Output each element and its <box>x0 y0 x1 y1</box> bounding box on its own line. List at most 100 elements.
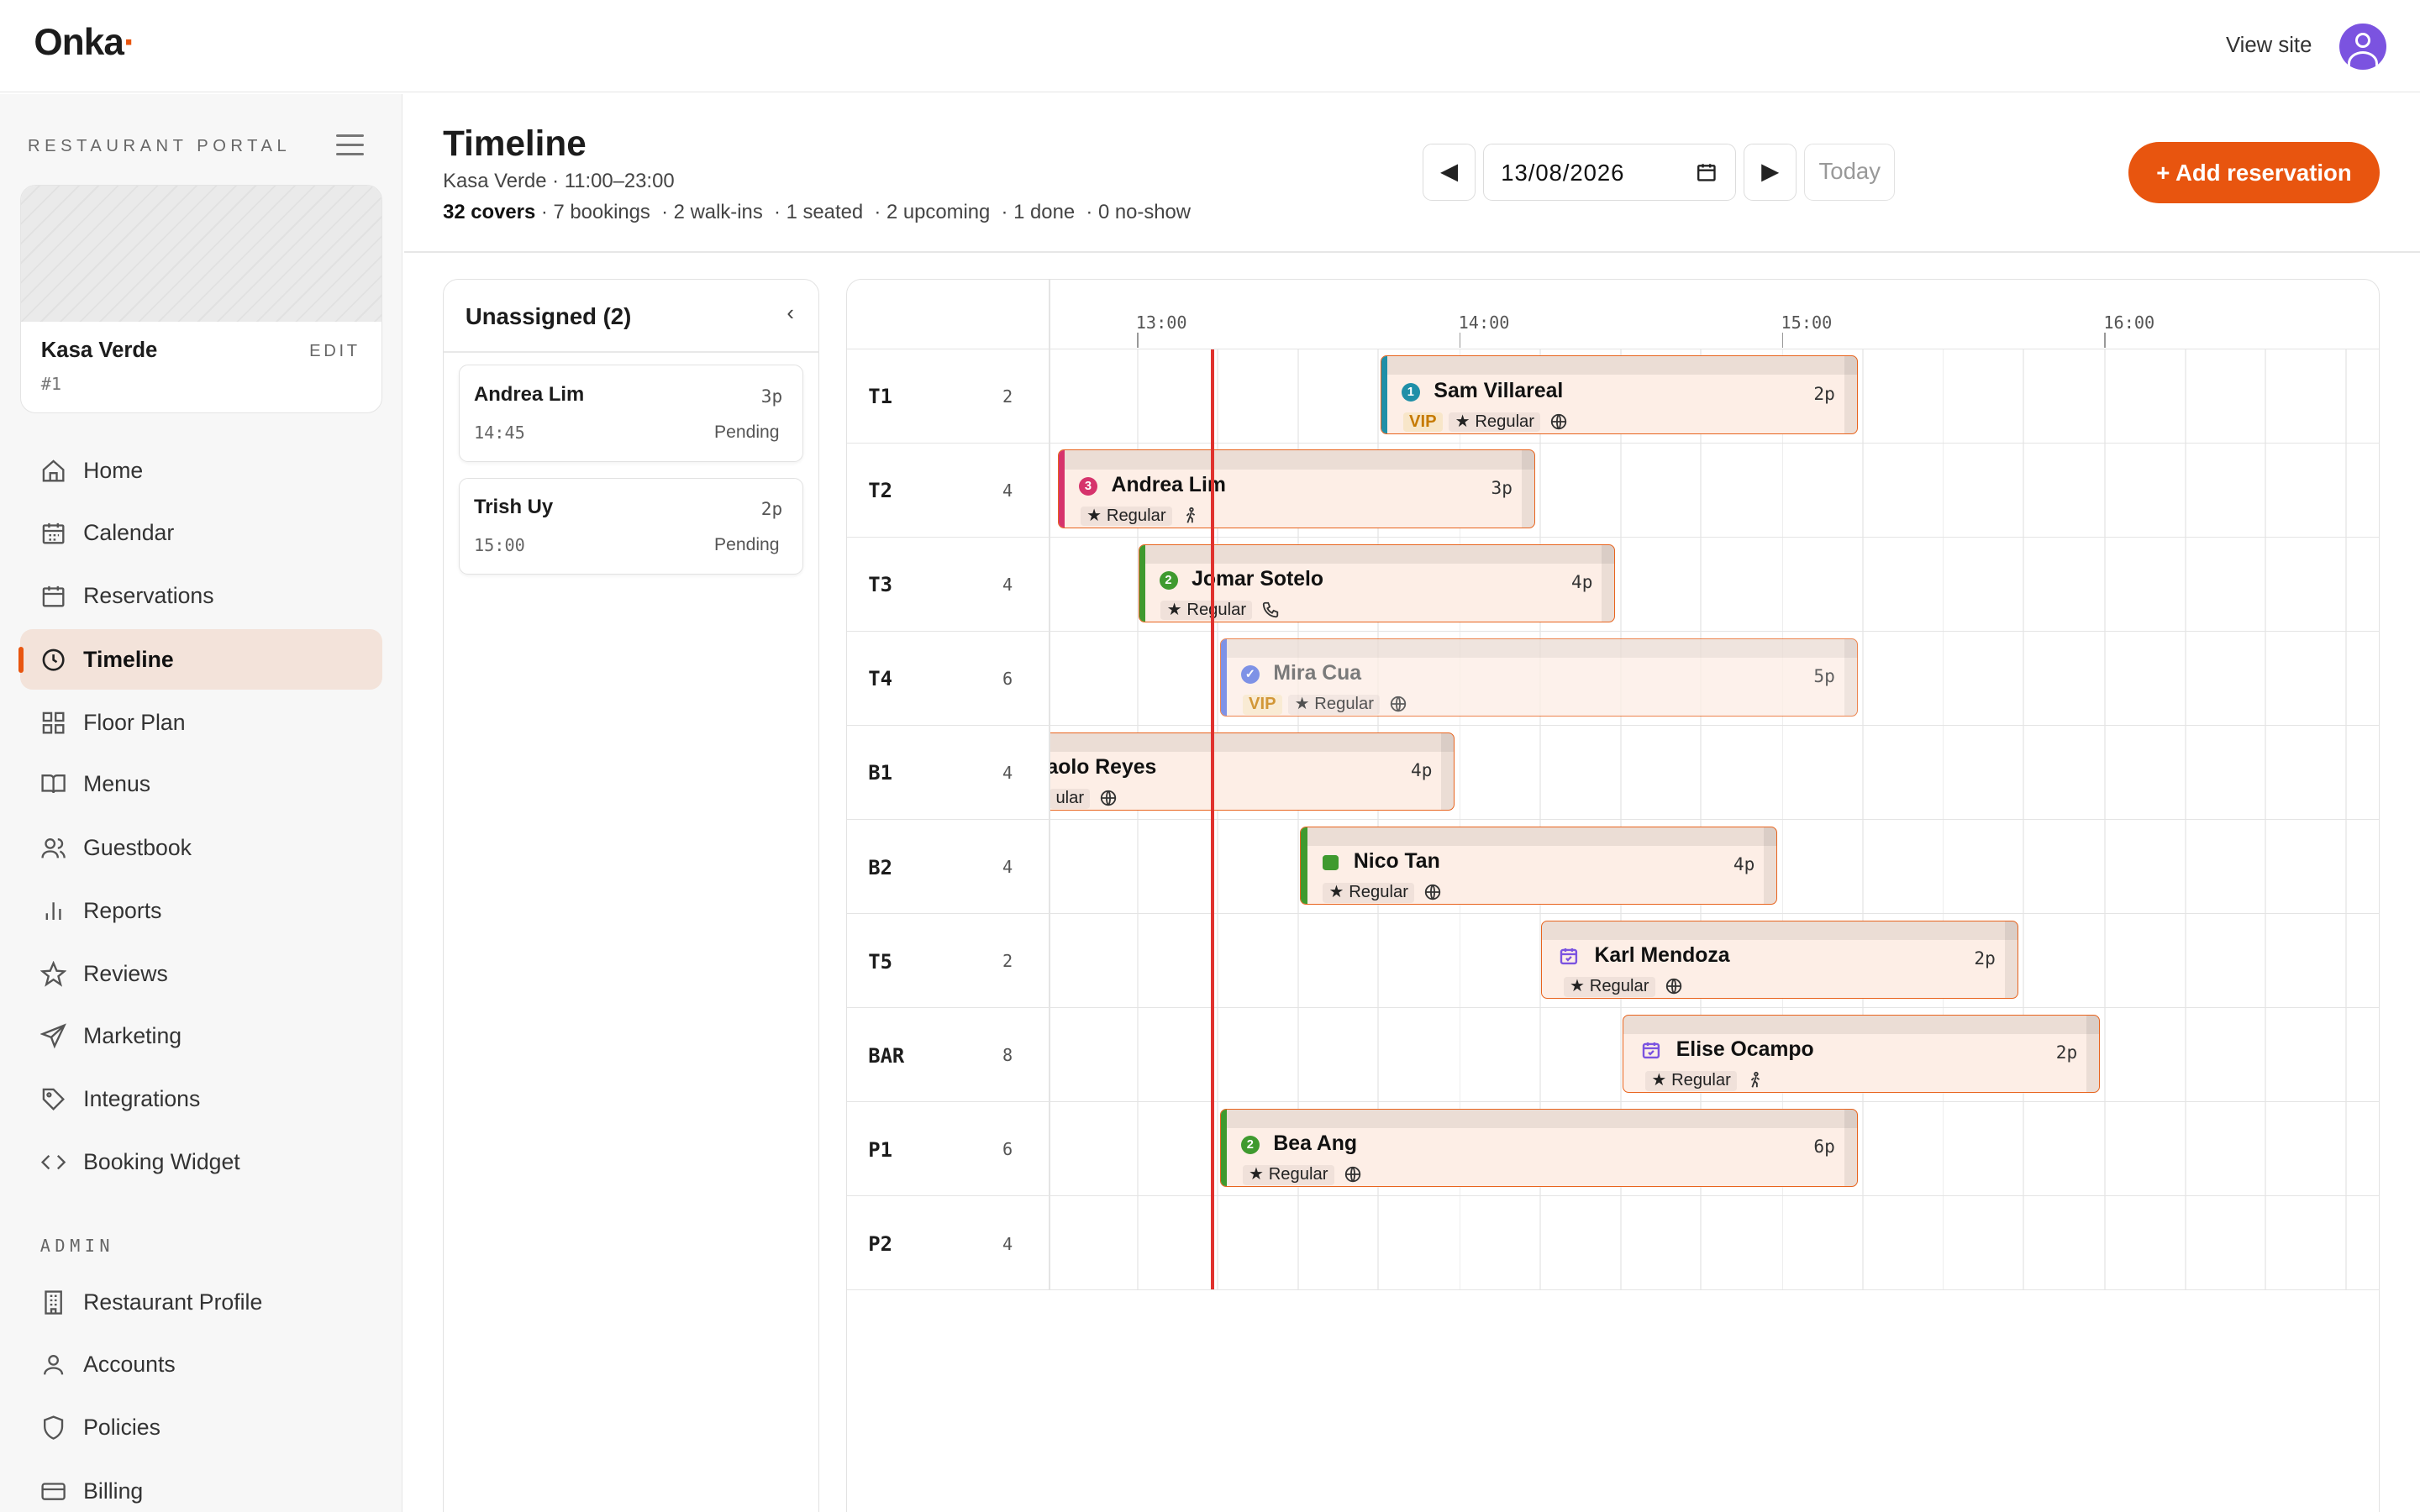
restaurant-card[interactable]: Kasa Verde EDIT #1 <box>19 185 383 414</box>
guest-name: Trish Uy <box>474 495 554 518</box>
header-divider <box>404 251 2420 254</box>
table-seats: 4 <box>1002 1233 1013 1254</box>
booking-block[interactable]: ✓ Mira Cua 5p VIP ★ Regular <box>1219 638 1858 717</box>
book-icon <box>41 774 66 794</box>
booking-block[interactable]: 3 Andrea Lim 3p ★ Regular <box>1058 449 1535 529</box>
users-icon <box>41 837 66 858</box>
sidebar-item-calendar[interactable]: Calendar <box>20 503 383 564</box>
booking-status: Pending <box>714 423 780 443</box>
booking-block[interactable]: aolo Reyes 4p ular <box>1050 732 1455 811</box>
brand-logo[interactable]: Onka· <box>34 22 135 64</box>
unassigned-card[interactable]: Trish Uy 2p 15:00 Pending <box>459 477 804 575</box>
booking-block[interactable]: 2 Bea Ang 6p ★ Regular <box>1219 1108 1858 1188</box>
globe-icon <box>1425 884 1441 900</box>
sidebar-item-label: Marketing <box>83 1022 182 1048</box>
next-day-button[interactable]: ▶ <box>1744 143 1797 201</box>
unassigned-card[interactable]: Andrea Lim 3p 14:45 Pending <box>459 365 804 463</box>
sidebar-item-reservations[interactable]: Reservations <box>20 566 383 627</box>
globe-icon <box>1391 696 1407 711</box>
booking-block[interactable]: 2 Jomar Sotelo 4p ★ Regular <box>1138 543 1616 623</box>
party-size: 5p <box>1813 664 1835 686</box>
sidebar-item-billing[interactable]: Billing <box>20 1461 383 1512</box>
party-size: 2p <box>760 498 783 520</box>
sidebar-item-label: Home <box>83 458 144 484</box>
booking-block[interactable]: Elise Ocampo 2p ★ Regular <box>1623 1014 2100 1094</box>
sidebar-item-timeline[interactable]: Timeline <box>18 629 383 690</box>
sidebar-item-label: Policies <box>83 1415 160 1441</box>
unassigned-title: Unassigned (2) <box>465 302 632 329</box>
table-name: P2 <box>868 1231 892 1256</box>
table-name: B2 <box>868 855 892 879</box>
unassigned-panel: Unassigned (2) ‹ Andrea Lim 3p 14:45 Pen… <box>443 279 820 1512</box>
collapse-panel-icon[interactable]: ‹ <box>786 302 794 326</box>
booking-block[interactable]: Karl Mendoza 2p ★ Regular <box>1541 920 2018 1000</box>
upcoming-calendar-icon <box>1560 948 1578 965</box>
sidebar-item-home[interactable]: Home <box>20 441 383 501</box>
upcoming-calendar-icon <box>1642 1042 1660 1059</box>
clock-icon <box>42 648 65 671</box>
table-seats: 2 <box>1002 386 1013 407</box>
user-avatar-icon[interactable] <box>2339 23 2386 70</box>
sidebar-item-label: Integrations <box>83 1086 201 1112</box>
regular-tag: ★ Regular <box>1323 882 1415 903</box>
regular-tag: ★ Regular <box>1288 695 1380 715</box>
portal-label: RESTAURANT PORTAL <box>28 137 292 156</box>
party-size: 3p <box>760 386 783 407</box>
restaurant-image-placeholder <box>20 186 382 323</box>
calendar-picker-icon[interactable] <box>1696 161 1718 183</box>
restaurant-id: #1 <box>40 374 62 395</box>
table-seats: 4 <box>1002 575 1013 596</box>
sidebar-item-guestbook[interactable]: Guestbook <box>20 817 383 878</box>
guest-name: Andrea Lim <box>474 382 585 406</box>
party-size: 6p <box>1813 1135 1835 1157</box>
page-title: Timeline <box>443 123 587 163</box>
sidebar-item-booking-widget[interactable]: Booking Widget <box>20 1132 383 1193</box>
sidebar-item-label: Calendar <box>83 519 175 545</box>
table-name: T5 <box>868 949 892 974</box>
sidebar-item-accounts[interactable]: Accounts <box>20 1335 383 1395</box>
shield-icon <box>43 1415 63 1441</box>
sidebar-item-label: Timeline <box>83 646 174 672</box>
sidebar-item-policies[interactable]: Policies <box>20 1398 383 1458</box>
restaurant-edit-button[interactable]: EDIT <box>309 342 360 361</box>
sidebar-item-marketing[interactable]: Marketing <box>20 1006 383 1067</box>
table-seats: 8 <box>1002 1045 1013 1066</box>
status-badge-icon: ✓ <box>1240 664 1260 684</box>
table-name: T2 <box>868 479 892 503</box>
prev-day-button[interactable]: ◀ <box>1423 143 1476 201</box>
sidebar-item-integrations[interactable]: Integrations <box>20 1069 383 1130</box>
credit-card-icon <box>41 1482 66 1500</box>
globe-icon <box>1551 413 1567 429</box>
view-site-link[interactable]: View site <box>2226 34 2312 58</box>
star-icon <box>39 961 66 987</box>
sidebar-item-label: Restaurant Profile <box>83 1289 263 1315</box>
date-picker-input[interactable]: 13/08/2026 <box>1483 143 1737 201</box>
sidebar-item-label: Floor Plan <box>83 709 186 735</box>
sidebar-item-floor-plan[interactable]: Floor Plan <box>20 693 383 753</box>
guest-name: Karl Mendoza <box>1594 944 1730 968</box>
booking-block[interactable]: Nico Tan 4p ★ Regular <box>1300 826 1777 906</box>
code-icon <box>40 1155 66 1170</box>
restaurant-name: Kasa Verde <box>40 339 158 363</box>
sidebar-item-restaurant-profile[interactable]: Restaurant Profile <box>20 1273 383 1333</box>
add-reservation-button[interactable]: + Add reservation <box>2128 141 2381 204</box>
sidebar: RESTAURANT PORTAL Kasa Verde EDIT #1 Hom… <box>0 94 403 1512</box>
walk-in-icon <box>1750 1071 1760 1088</box>
booking-block[interactable]: 1 Sam Villareal 2p VIP ★ Regular <box>1380 355 1858 435</box>
phone-icon <box>1263 601 1279 617</box>
regular-tag: ★ Regular <box>1645 1070 1738 1091</box>
sidebar-item-menus[interactable]: Menus <box>20 754 383 815</box>
seated-status-icon <box>1323 854 1339 871</box>
table-name: P1 <box>868 1137 892 1162</box>
day-summary: 32 covers · 7 bookings · 2 walk-ins · 1 … <box>443 201 1191 224</box>
menu-toggle-icon[interactable] <box>336 134 365 156</box>
regular-tag: ular <box>1050 788 1091 809</box>
sidebar-item-label: Guestbook <box>83 834 192 860</box>
party-size: 4p <box>1733 853 1755 874</box>
sidebar-item-reports[interactable]: Reports <box>20 881 383 942</box>
sidebar-item-reviews[interactable]: Reviews <box>20 944 383 1005</box>
sidebar-item-label: Accounts <box>83 1351 176 1377</box>
tag-icon <box>42 1088 65 1110</box>
today-button[interactable]: Today <box>1804 143 1896 201</box>
calendar-grid-icon <box>42 522 65 544</box>
